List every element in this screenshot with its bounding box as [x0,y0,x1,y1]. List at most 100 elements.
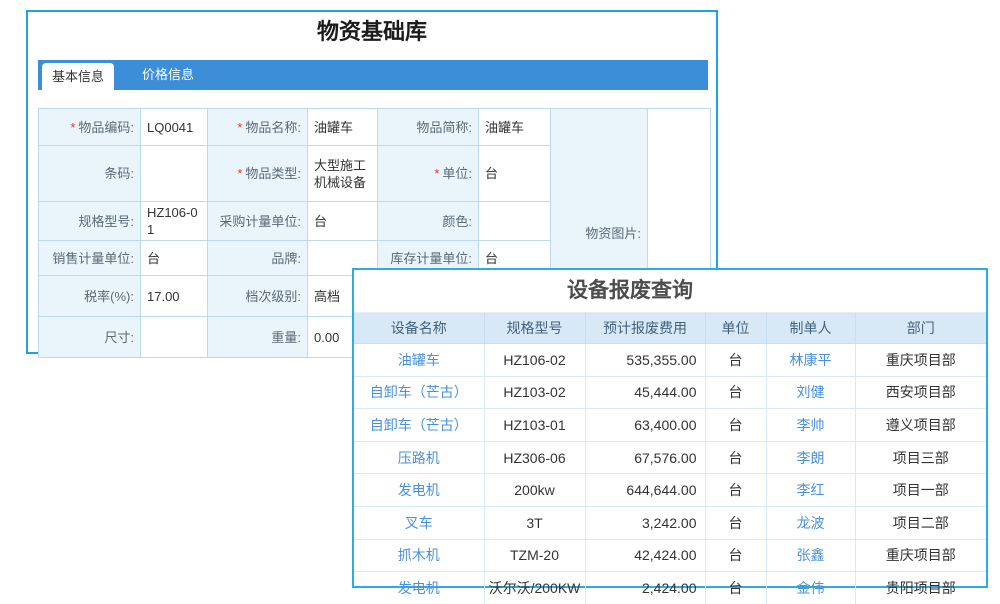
spec-model-cell: HZ103-02 [484,376,585,409]
table-row: 压路机HZ306-0667,576.00台李朗项目三部 [354,441,986,474]
department-cell: 西安项目部 [855,376,986,409]
creator-link[interactable]: 林康平 [766,344,855,377]
col-header-creator: 制单人 [766,313,855,344]
creator-link[interactable]: 金伟 [766,572,855,604]
sales-unit-value: 台 [141,241,208,276]
spec-model-value: HZ106-01 [141,202,208,241]
creator-link[interactable]: 龙波 [766,506,855,539]
table-row: 自卸车（芒古）HZ103-0163,400.00台李帅遵义项目部 [354,409,986,442]
scrap-cost-cell: 67,576.00 [585,441,705,474]
department-cell: 项目二部 [855,506,986,539]
item-type-label: *物品类型: [208,146,308,202]
barcode-label: 条码: [39,146,141,202]
unit-cell: 台 [705,506,766,539]
item-shortname-label: 物品简称: [378,109,479,146]
item-code-value: LQ0041 [141,109,208,146]
department-cell: 重庆项目部 [855,539,986,572]
unit-cell: 台 [705,539,766,572]
scrap-query-title: 设备报废查询 [354,270,986,313]
spec-model-cell: 沃尔沃/200KW [484,572,585,604]
device-name-link[interactable]: 发电机 [354,572,484,604]
creator-link[interactable]: 李帅 [766,409,855,442]
item-type-value: 大型施工机械设备 [308,146,378,202]
scrap-query-table: 设备名称规格型号预计报废费用单位制单人部门 油罐车HZ106-02535,355… [354,313,986,604]
col-header-unit: 单位 [705,313,766,344]
spec-model-cell: HZ103-01 [484,409,585,442]
spec-model-cell: HZ106-02 [484,344,585,377]
grade-label: 档次级别: [208,276,308,317]
col-header-scrap-cost: 预计报废费用 [585,313,705,344]
department-cell: 项目三部 [855,441,986,474]
unit-cell: 台 [705,344,766,377]
col-header-device-name: 设备名称 [354,313,484,344]
department-cell: 贵阳项目部 [855,572,986,604]
col-header-spec-model: 规格型号 [484,313,585,344]
unit-label: *单位: [378,146,479,202]
brand-label: 品牌: [208,241,308,276]
device-name-link[interactable]: 油罐车 [354,344,484,377]
size-value [141,317,208,358]
spec-model-label: 规格型号: [39,202,141,241]
required-asterisk: * [434,166,439,181]
table-row: 自卸车（芒古）HZ103-0245,444.00台刘健西安项目部 [354,376,986,409]
size-label: 尺寸: [39,317,141,358]
table-row: 叉车3T3,242.00台龙波项目二部 [354,506,986,539]
device-name-link[interactable]: 叉车 [354,506,484,539]
creator-link[interactable]: 刘健 [766,376,855,409]
item-shortname-value: 油罐车 [479,109,551,146]
required-asterisk: * [70,120,75,135]
device-name-link[interactable]: 发电机 [354,474,484,507]
purchase-unit-label: 采购计量单位: [208,202,308,241]
scrap-cost-cell: 42,424.00 [585,539,705,572]
table-row: 抓木机TZM-2042,424.00台张鑫重庆项目部 [354,539,986,572]
color-value [479,202,551,241]
creator-link[interactable]: 李朗 [766,441,855,474]
tax-rate-label: 税率(%): [39,276,141,317]
tab-basic-info[interactable]: 基本信息 [42,63,114,90]
header-row: 设备名称规格型号预计报废费用单位制单人部门 [354,313,986,344]
device-name-link[interactable]: 自卸车（芒古） [354,376,484,409]
scrap-cost-cell: 3,242.00 [585,506,705,539]
required-asterisk: * [237,120,242,135]
device-name-link[interactable]: 抓木机 [354,539,484,572]
creator-link[interactable]: 李红 [766,474,855,507]
device-name-link[interactable]: 压路机 [354,441,484,474]
scrap-cost-cell: 535,355.00 [585,344,705,377]
table-row: 发电机200kw644,644.00台李红项目一部 [354,474,986,507]
item-name-value: 油罐车 [308,109,378,146]
unit-cell: 台 [705,441,766,474]
form-row: *物品编码:LQ0041*物品名称:油罐车物品简称:油罐车物资图片: [39,109,711,146]
unit-cell: 台 [705,409,766,442]
scrap-cost-cell: 63,400.00 [585,409,705,442]
color-label: 颜色: [378,202,479,241]
spec-model-cell: 3T [484,506,585,539]
item-code-label: *物品编码: [39,109,141,146]
scrap-cost-cell: 644,644.00 [585,474,705,507]
tab-bar: 基本信息 价格信息 [38,60,708,90]
table-row: 发电机沃尔沃/200KW2,424.00台金伟贵阳项目部 [354,572,986,604]
required-asterisk: * [237,166,242,181]
purchase-unit-value: 台 [308,202,378,241]
department-cell: 遵义项目部 [855,409,986,442]
spec-model-cell: HZ306-06 [484,441,585,474]
scrap-query-panel: 设备报废查询 设备名称规格型号预计报废费用单位制单人部门 油罐车HZ106-02… [352,268,988,588]
unit-cell: 台 [705,474,766,507]
weight-label: 重量: [208,317,308,358]
spec-model-cell: TZM-20 [484,539,585,572]
col-header-department: 部门 [855,313,986,344]
device-name-link[interactable]: 自卸车（芒古） [354,409,484,442]
barcode-value [141,146,208,202]
unit-cell: 台 [705,572,766,604]
item-name-label: *物品名称: [208,109,308,146]
unit-cell: 台 [705,376,766,409]
tax-rate-value: 17.00 [141,276,208,317]
department-cell: 项目一部 [855,474,986,507]
spec-model-cell: 200kw [484,474,585,507]
scrap-cost-cell: 45,444.00 [585,376,705,409]
tab-price-info[interactable]: 价格信息 [114,60,222,90]
department-cell: 重庆项目部 [855,344,986,377]
creator-link[interactable]: 张鑫 [766,539,855,572]
table-row: 油罐车HZ106-02535,355.00台林康平重庆项目部 [354,344,986,377]
scrap-cost-cell: 2,424.00 [585,572,705,604]
unit-value: 台 [479,146,551,202]
